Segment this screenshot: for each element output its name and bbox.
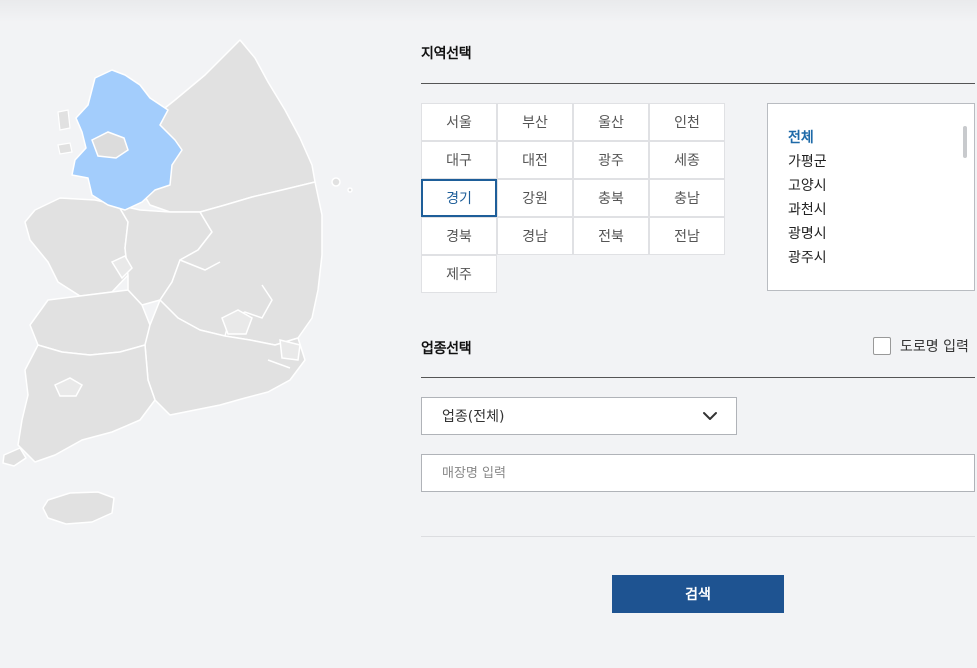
road-name-toggle[interactable]: 도로명 입력 bbox=[873, 336, 969, 356]
search-button[interactable]: 검색 bbox=[612, 575, 784, 613]
road-name-label: 도로명 입력 bbox=[900, 339, 969, 355]
business-section-title: 업종선택 bbox=[421, 341, 472, 357]
region-chungbuk[interactable]: 충북 bbox=[573, 179, 649, 217]
road-name-checkbox[interactable] bbox=[873, 337, 891, 355]
business-type-select[interactable]: 업종(전체) bbox=[421, 397, 737, 435]
region-chungnam[interactable]: 충남 bbox=[649, 179, 725, 217]
region-daegu[interactable]: 대구 bbox=[421, 141, 497, 179]
business-section-divider bbox=[421, 377, 975, 378]
region-grid: 서울 부산 울산 인천 대구 대전 광주 세종 경기 강원 충북 충남 경북 경… bbox=[421, 103, 726, 295]
region-gyeonggi[interactable]: 경기 bbox=[421, 179, 497, 217]
region-jeonbuk[interactable]: 전북 bbox=[573, 217, 649, 255]
region-gyeongnam[interactable]: 경남 bbox=[497, 217, 573, 255]
district-item[interactable]: 광명시 bbox=[788, 222, 827, 246]
map-region-jeonbuk[interactable] bbox=[29, 289, 151, 356]
map-region-chungnam[interactable] bbox=[24, 197, 129, 297]
region-sejong[interactable]: 세종 bbox=[649, 141, 725, 179]
district-scrollbar[interactable] bbox=[963, 126, 967, 158]
district-item[interactable]: 고양시 bbox=[788, 174, 827, 198]
region-jeju[interactable]: 제주 bbox=[421, 255, 497, 293]
korea-map bbox=[2, 39, 353, 525]
form-bottom-divider bbox=[421, 536, 975, 537]
business-type-value: 업종(전체) bbox=[442, 409, 505, 425]
district-item[interactable]: 가평군 bbox=[788, 150, 827, 174]
region-jeonnam[interactable]: 전남 bbox=[649, 217, 725, 255]
region-gangwon[interactable]: 강원 bbox=[497, 179, 573, 217]
region-section-divider bbox=[421, 83, 975, 84]
district-item-all[interactable]: 전체 bbox=[788, 126, 827, 150]
chevron-down-icon bbox=[703, 412, 717, 420]
region-seoul[interactable]: 서울 bbox=[421, 103, 497, 141]
region-incheon[interactable]: 인천 bbox=[649, 103, 725, 141]
district-item[interactable]: 과천시 bbox=[788, 198, 827, 222]
map-region-jeonnam[interactable] bbox=[17, 344, 156, 463]
district-list: 전체 가평군 고양시 과천시 광명시 광주시 bbox=[788, 126, 827, 270]
region-daejeon[interactable]: 대전 bbox=[497, 141, 573, 179]
region-busan[interactable]: 부산 bbox=[497, 103, 573, 141]
map-city-incheon-islands bbox=[57, 109, 73, 155]
region-gyeongbuk[interactable]: 경북 bbox=[421, 217, 497, 255]
region-gwangju[interactable]: 광주 bbox=[573, 141, 649, 179]
region-ulsan[interactable]: 울산 bbox=[573, 103, 649, 141]
map-island-west bbox=[2, 447, 27, 467]
store-name-input[interactable] bbox=[421, 454, 975, 492]
district-item[interactable]: 광주시 bbox=[788, 246, 827, 270]
map-region-jeju[interactable] bbox=[42, 491, 115, 525]
top-shade bbox=[0, 0, 977, 22]
map-island-east-2 bbox=[347, 187, 353, 193]
district-listbox[interactable]: 전체 가평군 고양시 과천시 광명시 광주시 bbox=[767, 103, 975, 291]
map-island-east bbox=[331, 177, 341, 187]
region-section-title: 지역선택 bbox=[421, 46, 472, 62]
